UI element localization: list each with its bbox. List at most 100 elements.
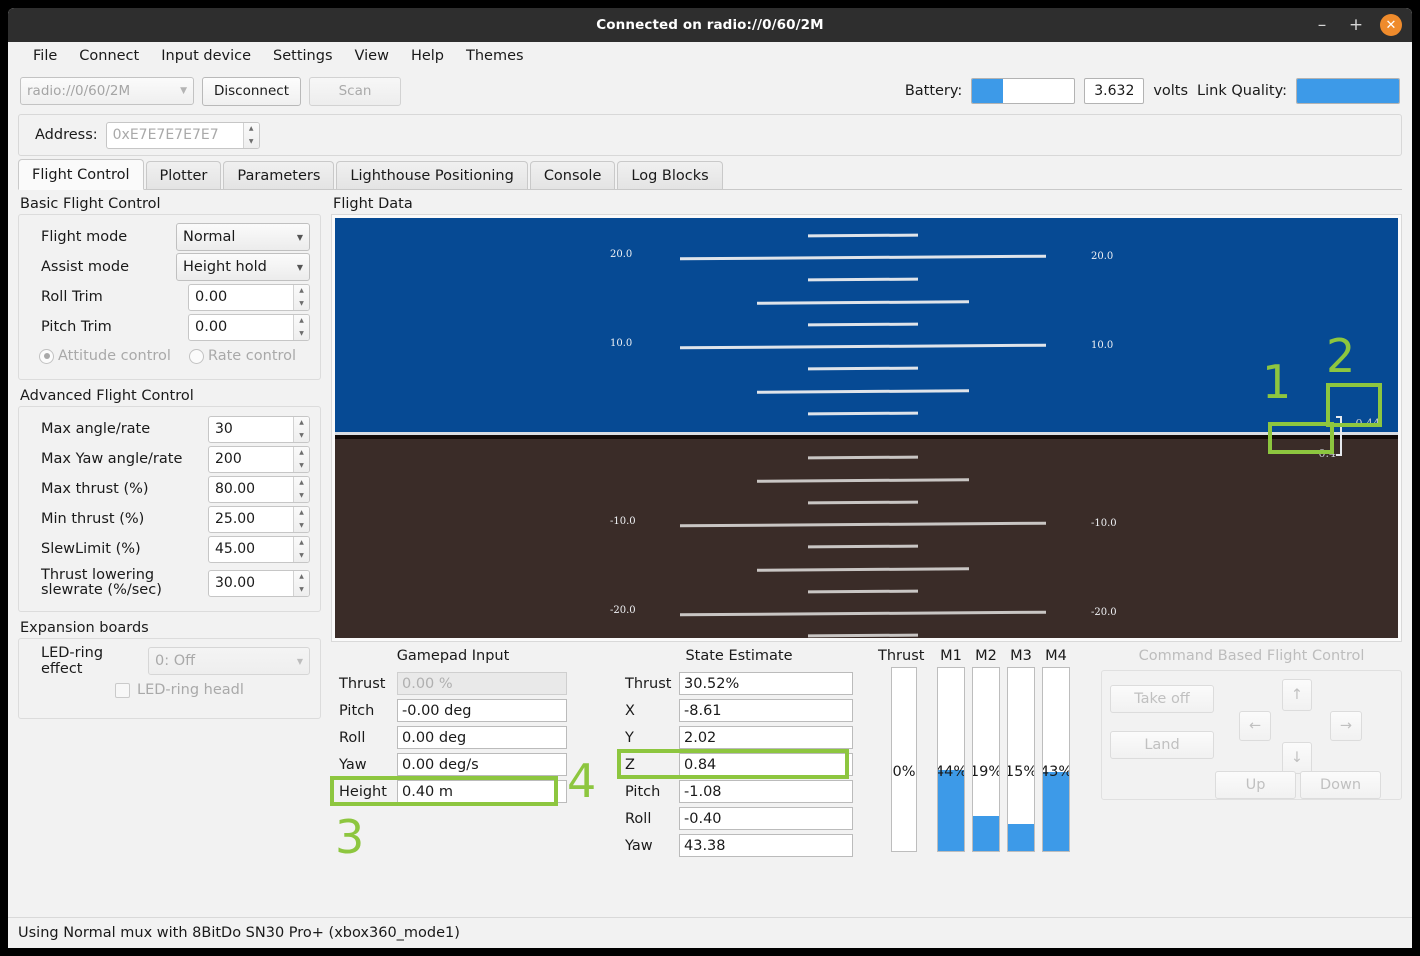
pitch-trim-row: Pitch Trim 0.00 ▲ ▼	[29, 312, 310, 342]
thrust-bar-body: 0%	[891, 667, 917, 852]
max-thrust-stepper[interactable]: ▲ ▼	[293, 476, 309, 502]
connection-toolbar: radio://0/60/2M ▼ Disconnect Scan Batter…	[8, 70, 1412, 112]
stepper-down-icon[interactable]: ▼	[244, 135, 259, 148]
title-bar: Connected on radio://0/60/2M – + ✕	[8, 8, 1412, 42]
slew-limit-stepper[interactable]: ▲ ▼	[293, 536, 309, 562]
menu-item-help[interactable]: Help	[400, 45, 455, 67]
max-angle-rate-row: Max angle/rate 30 ▲ ▼	[29, 414, 310, 444]
max-yaw-angle-rate-stepper[interactable]: ▲ ▼	[293, 446, 309, 472]
stepper-up-icon[interactable]: ▲	[294, 447, 309, 460]
rate-control-radio[interactable]	[188, 348, 204, 364]
telemetry-row: Gamepad Input Thrust 0.00 % Pitch -0.00 …	[330, 642, 1402, 917]
attitude-control-radio[interactable]	[39, 348, 54, 364]
stepper-down-icon[interactable]: ▼	[294, 583, 309, 596]
scan-button[interactable]: Scan	[309, 76, 401, 106]
roll-trim-input[interactable]: 0.00 ▲ ▼	[188, 283, 310, 311]
menu-item-themes[interactable]: Themes	[455, 45, 535, 67]
land-button[interactable]: Land	[1110, 731, 1214, 759]
roll-trim-stepper[interactable]: ▲ ▼	[293, 284, 309, 310]
pitch-trim-input[interactable]: 0.00 ▲ ▼	[188, 313, 310, 341]
disconnect-button[interactable]: Disconnect	[202, 76, 301, 106]
main-tabs: Flight Control Plotter Parameters Lighth…	[18, 159, 1402, 190]
motor-bar-fill-m1	[938, 770, 964, 851]
motor-bar-text-m1: 44%	[938, 764, 965, 780]
stepper-up-icon[interactable]: ▲	[244, 123, 259, 136]
stepper-down-icon[interactable]: ▼	[294, 429, 309, 442]
annotation-number-2: 2	[1326, 329, 1356, 383]
flight-control-panel: Basic Flight Control Flight mode Normal …	[8, 190, 1412, 917]
down-button[interactable]: Down	[1300, 771, 1381, 799]
max-angle-rate-value: 30	[215, 421, 233, 437]
tab-plotter[interactable]: Plotter	[145, 161, 222, 189]
stepper-up-icon[interactable]: ▲	[294, 417, 309, 430]
state-roll-label: Roll	[625, 810, 652, 827]
address-stepper[interactable]: ▲ ▼	[242, 122, 259, 148]
stepper-up-icon[interactable]: ▲	[294, 537, 309, 550]
motor-bar-text-m4: 43%	[1043, 764, 1070, 780]
min-thrust-stepper[interactable]: ▲ ▼	[293, 506, 309, 532]
up-button[interactable]: Up	[1215, 771, 1296, 799]
stepper-down-icon[interactable]: ▼	[294, 549, 309, 562]
close-icon[interactable]: ✕	[1380, 14, 1402, 36]
tab-console[interactable]: Console	[529, 161, 616, 189]
altitude-target-tick-foot	[1336, 454, 1342, 456]
tab-log-blocks[interactable]: Log Blocks	[617, 161, 723, 189]
min-thrust-input[interactable]: 25.00 ▲ ▼	[208, 505, 310, 533]
thrust-lowering-slewrate-stepper[interactable]: ▲ ▼	[293, 570, 309, 596]
thrust-lowering-slewrate-input[interactable]: 30.00 ▲ ▼	[208, 569, 310, 597]
led-ring-effect-select[interactable]: 0: Off ▼	[148, 647, 310, 675]
address-input[interactable]: 0xE7E7E7E7E7 ▲ ▼	[105, 121, 260, 149]
thrust-lowering-slewrate-label: Thrust lowering slewrate (%/sec)	[41, 566, 162, 598]
menu-item-view[interactable]: View	[344, 45, 400, 67]
state-y-label: Y	[625, 729, 634, 746]
assist-mode-select[interactable]: Height hold ▼	[176, 253, 310, 281]
stepper-up-icon[interactable]: ▲	[294, 507, 309, 520]
tab-parameters[interactable]: Parameters	[223, 161, 335, 189]
stepper-up-icon[interactable]: ▲	[294, 477, 309, 490]
motor-bar-unit-m4: M4 43%	[1042, 648, 1070, 917]
menu-item-settings[interactable]: Settings	[262, 45, 343, 67]
take-off-button[interactable]: Take off	[1110, 685, 1214, 713]
menu-item-connect[interactable]: Connect	[68, 45, 150, 67]
stepper-down-icon[interactable]: ▼	[294, 297, 309, 310]
stepper-down-icon[interactable]: ▼	[294, 519, 309, 532]
right-arrow-button[interactable]: →	[1330, 711, 1362, 741]
backward-arrow-button[interactable]: ↓	[1282, 742, 1312, 774]
stepper-up-icon[interactable]: ▲	[294, 315, 309, 328]
state-roll-row: Roll -0.40	[625, 805, 853, 832]
left-controls-column: Basic Flight Control Flight mode Normal …	[18, 196, 321, 917]
led-ring-headlight-checkbox[interactable]	[115, 682, 130, 698]
max-thrust-input[interactable]: 80.00 ▲ ▼	[208, 475, 310, 503]
state-x-label: X	[625, 702, 635, 719]
command-flight-control-title: Command Based Flight Control	[1138, 648, 1365, 664]
link-quality-label: Link Quality:	[1197, 83, 1287, 99]
roll-trim-value: 0.00	[195, 289, 228, 305]
stepper-down-icon[interactable]: ▼	[294, 459, 309, 472]
tab-flight-control[interactable]: Flight Control	[18, 159, 144, 190]
motor-bar-unit-m2: M2 19%	[972, 648, 1000, 917]
stepper-down-icon[interactable]: ▼	[294, 327, 309, 340]
stepper-up-icon[interactable]: ▲	[294, 571, 309, 584]
menu-item-input-device[interactable]: Input device	[150, 45, 262, 67]
stepper-down-icon[interactable]: ▼	[294, 489, 309, 502]
tab-lighthouse-positioning[interactable]: Lighthouse Positioning	[336, 161, 528, 189]
pitch-trim-stepper[interactable]: ▲ ▼	[293, 314, 309, 340]
thrust-lowering-slewrate-value: 30.00	[215, 575, 256, 591]
connection-uri-select[interactable]: radio://0/60/2M ▼	[20, 77, 194, 105]
menu-item-file[interactable]: File	[22, 45, 68, 67]
flight-data-column: Flight Data -20.0 -20.0 -10.0 -10.0 10.0 10.0…	[321, 196, 1402, 917]
left-arrow-button[interactable]: ←	[1239, 711, 1271, 741]
gamepad-pitch-row: Pitch -0.00 deg	[339, 697, 567, 724]
forward-arrow-button[interactable]: ↑	[1282, 679, 1312, 711]
adi-sky	[335, 218, 1398, 434]
stepper-up-icon[interactable]: ▲	[294, 285, 309, 298]
max-angle-rate-input[interactable]: 30 ▲ ▼	[208, 415, 310, 443]
expansion-boards-box: LED-ring effect 0: Off ▼ LED-ring headl	[18, 638, 321, 719]
max-angle-rate-stepper[interactable]: ▲ ▼	[293, 416, 309, 442]
slew-limit-input[interactable]: 45.00 ▲ ▼	[208, 535, 310, 563]
flight-mode-select[interactable]: Normal ▼	[176, 223, 310, 251]
gamepad-yaw-value: 0.00 deg/s	[397, 753, 567, 776]
maximize-icon[interactable]: +	[1346, 16, 1366, 34]
max-yaw-angle-rate-input[interactable]: 200 ▲ ▼	[208, 445, 310, 473]
minimize-icon[interactable]: –	[1312, 16, 1332, 34]
